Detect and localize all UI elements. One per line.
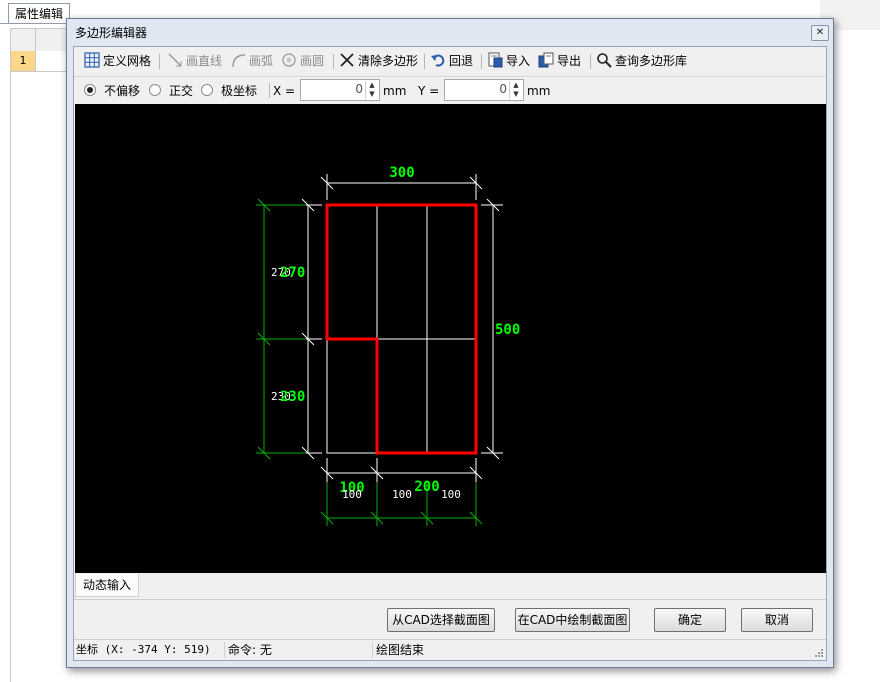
status-separator — [224, 642, 225, 658]
clear-icon — [340, 53, 354, 67]
dialog-title: 多边形编辑器 — [75, 26, 148, 40]
undo-button[interactable]: 回退 — [430, 52, 473, 70]
y-label: Y = — [418, 84, 440, 98]
select-from-cad-button[interactable]: 从CAD选择截面图 — [387, 608, 495, 632]
dim-label-bottom-white: 100 — [392, 488, 412, 501]
circle-icon — [282, 53, 296, 67]
property-grid-row[interactable]: 1 — [10, 51, 72, 72]
define-grid-label: 定义网格 — [103, 54, 152, 68]
query-library-label: 查询多边形库 — [615, 54, 688, 68]
import-button[interactable]: 导入 — [487, 52, 530, 70]
dim-label-bottom-right: 200 — [414, 479, 439, 495]
grid-lines — [326, 204, 477, 454]
drawing-svg: 300 500 270 270 230 230 100 200 100 100 … — [256, 165, 520, 526]
dialog-body: 定义网格 画直线 画弧 画圆 清除多边形 回退 导入 导出 查询多边形库 不偏移… — [73, 46, 827, 661]
toolbar-separator — [269, 83, 270, 98]
y-input[interactable]: 0 ▲ ▼ — [444, 79, 524, 101]
x-unit: mm — [383, 84, 407, 98]
orthogonal-radio[interactable]: 正交 — [149, 83, 193, 99]
cancel-button[interactable]: 取消 — [741, 608, 813, 632]
import-label: 导入 — [506, 54, 531, 68]
polar-radio[interactable]: 极坐标 — [201, 83, 257, 99]
status-command: 命令: 无 — [228, 643, 272, 657]
x-value: 0 — [355, 82, 363, 96]
export-button[interactable]: 导出 — [538, 52, 581, 70]
define-grid-button[interactable]: 定义网格 — [84, 52, 151, 70]
undo-icon — [431, 54, 445, 67]
export-icon — [538, 52, 554, 68]
row-number: 1 — [11, 51, 36, 71]
x-label: X = — [273, 84, 296, 98]
undo-label: 回退 — [449, 54, 474, 68]
dynamic-input-tabbar: 动态输入 — [74, 573, 826, 600]
query-library-button[interactable]: 查询多边形库 — [596, 52, 687, 70]
resize-grip-icon[interactable] — [814, 648, 824, 658]
status-coords: 坐标 (X: -374 Y: 519) — [76, 643, 211, 656]
x-input[interactable]: 0 ▲ ▼ — [300, 79, 380, 101]
green-dimensions — [256, 198, 483, 526]
status-separator — [372, 642, 373, 658]
y-unit: mm — [527, 84, 551, 98]
toolbar-separator — [481, 54, 482, 69]
draw-arc-button[interactable]: 画弧 — [230, 52, 273, 70]
dim-label-bottom-white: 100 — [441, 488, 461, 501]
export-label: 导出 — [557, 54, 582, 68]
dialog-titlebar[interactable]: 多边形编辑器 ✕ — [67, 19, 833, 47]
y-spinner[interactable]: ▲ ▼ — [509, 81, 522, 99]
draw-circle-button[interactable]: 画圆 — [281, 52, 324, 70]
orthogonal-label: 正交 — [169, 84, 194, 98]
no-offset-radio[interactable]: 不偏移 — [84, 83, 140, 99]
property-grid-header — [10, 28, 72, 52]
grid-icon — [84, 52, 100, 68]
section-polygon[interactable] — [325, 203, 478, 455]
polar-label: 极坐标 — [221, 84, 258, 98]
offset-toolbar: 不偏移 正交 极坐标 X = 0 ▲ ▼ mm Y = 0 ▲ ▼ mm — [74, 77, 826, 104]
dim-label-left-upper: 270 — [280, 265, 305, 281]
radio-icon — [149, 84, 161, 96]
grid-outline — [326, 204, 477, 454]
draw-line-label: 画直线 — [186, 54, 223, 68]
white-dimensions — [299, 174, 503, 482]
property-editor-tab[interactable]: 属性编辑 — [8, 3, 71, 24]
radio-icon — [201, 84, 213, 96]
y-value: 0 — [499, 82, 507, 96]
x-spinner[interactable]: ▲ ▼ — [365, 81, 378, 99]
draw-in-cad-button[interactable]: 在CAD中绘制截面图 — [515, 608, 630, 632]
toolbar-separator — [590, 54, 591, 69]
grid-border — [10, 72, 11, 682]
ok-button[interactable]: 确定 — [654, 608, 726, 632]
dim-label-left-lower: 230 — [280, 389, 305, 405]
draw-circle-label: 画圆 — [300, 54, 325, 68]
draw-line-button[interactable]: 画直线 — [167, 52, 222, 70]
main-toolbar: 定义网格 画直线 画弧 画圆 清除多边形 回退 导入 导出 查询多边形库 — [74, 47, 826, 77]
import-icon — [488, 52, 503, 68]
dim-label-bottom-white: 100 — [342, 488, 362, 501]
corner-cell — [11, 29, 36, 51]
search-icon — [597, 53, 612, 68]
spin-down-icon: ▼ — [369, 90, 375, 98]
spin-down-icon: ▼ — [513, 90, 519, 98]
draw-arc-label: 画弧 — [249, 54, 274, 68]
clear-polygon-button[interactable]: 清除多边形 — [339, 52, 418, 70]
clear-polygon-label: 清除多边形 — [358, 54, 419, 68]
spin-up-icon: ▲ — [369, 81, 375, 89]
close-button[interactable]: ✕ — [811, 25, 829, 41]
polygon-editor-dialog: 多边形编辑器 ✕ 定义网格 画直线 画弧 画圆 清除多边形 回退 导入 导出 查… — [66, 18, 834, 668]
status-bar: 坐标 (X: -374 Y: 519) 命令: 无 绘图结束 — [74, 639, 826, 660]
line-icon — [168, 53, 182, 67]
toolbar-separator — [159, 54, 160, 69]
close-icon: ✕ — [815, 27, 825, 38]
toolbar-separator — [424, 54, 425, 69]
dim-label-right: 500 — [495, 322, 520, 338]
toolbar-separator — [333, 54, 334, 69]
spin-up-icon: ▲ — [513, 81, 519, 89]
tab-dynamic-input[interactable]: 动态输入 — [75, 574, 140, 597]
arc-icon — [232, 54, 246, 68]
drawing-canvas[interactable]: 300 500 270 270 230 230 100 200 100 100 … — [75, 104, 826, 573]
dim-label-top: 300 — [389, 165, 414, 181]
radio-selected-icon — [84, 84, 96, 96]
status-message: 绘图结束 — [376, 643, 425, 657]
no-offset-label: 不偏移 — [104, 84, 141, 98]
